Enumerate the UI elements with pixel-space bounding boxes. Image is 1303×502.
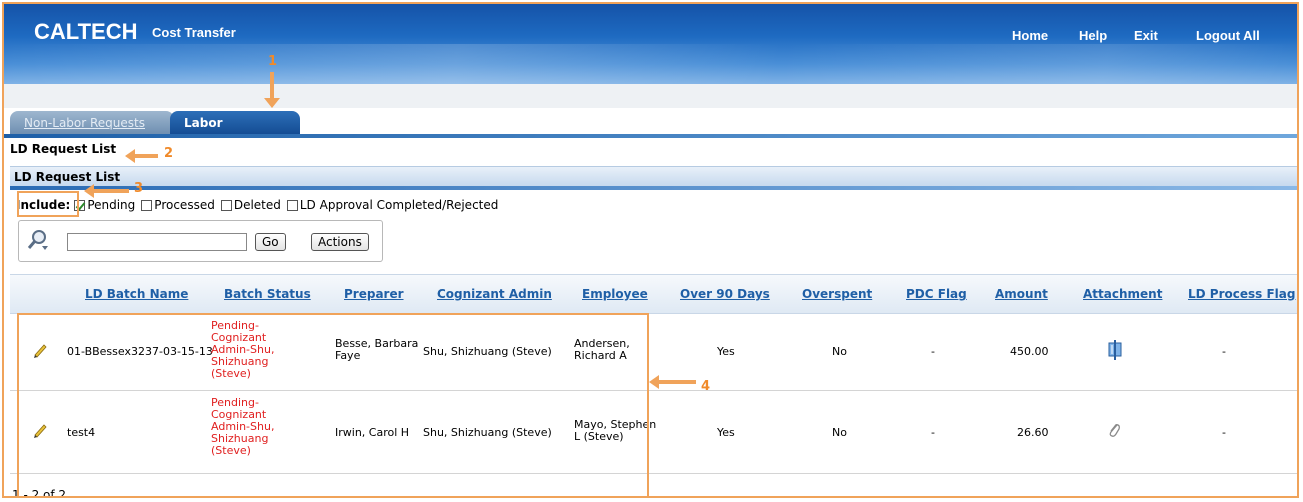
go-button[interactable]: Go: [255, 233, 286, 251]
page-title: LD Request List: [10, 142, 117, 156]
pdc-flag-cell: -: [931, 426, 935, 439]
over-90-days-cell: Yes: [717, 345, 735, 358]
annotation-arrow: [270, 72, 274, 100]
overspent-cell: No: [832, 426, 847, 439]
amount-cell: 450.00: [1010, 345, 1049, 358]
ld-process-flag-cell: -: [1222, 345, 1226, 358]
attachment-present-icon[interactable]: [1107, 339, 1123, 361]
pdc-flag-cell: -: [931, 345, 935, 358]
nav-logout-all-link[interactable]: Logout All: [1196, 28, 1260, 43]
region-header-bar: [10, 186, 1297, 190]
annotation-number: 3: [134, 181, 144, 196]
ld-approval-checkbox-label[interactable]: LD Approval Completed/Rejected: [300, 198, 499, 212]
deleted-checkbox-label[interactable]: Deleted: [234, 198, 281, 212]
col-preparer[interactable]: Preparer: [344, 287, 404, 301]
annotation-arrow-head: [264, 98, 280, 108]
table-header: LD Batch Name Batch Status Preparer Cogn…: [10, 274, 1297, 314]
sub-header-bar: [4, 84, 1297, 108]
header-decoration: [4, 44, 1297, 84]
col-cognizant-admin[interactable]: Cognizant Admin: [437, 287, 552, 301]
over-90-days-cell: Yes: [717, 426, 735, 439]
actions-button[interactable]: Actions: [311, 233, 369, 251]
annotation-arrow: [134, 154, 158, 158]
col-batch-status[interactable]: Batch Status: [224, 287, 311, 301]
col-ld-process-flag[interactable]: LD Process Flag: [1188, 287, 1295, 301]
paperclip-icon[interactable]: [1107, 421, 1121, 439]
annotation-arrow: [658, 380, 696, 384]
nav-help-link[interactable]: Help: [1079, 28, 1107, 43]
annotation-number: 2: [164, 146, 174, 161]
app-header: CALTECH Cost Transfer Home Help Exit Log…: [4, 4, 1297, 84]
processed-checkbox-label[interactable]: Processed: [154, 198, 215, 212]
processed-checkbox[interactable]: [141, 199, 153, 211]
col-employee[interactable]: Employee: [582, 287, 648, 301]
col-amount[interactable]: Amount: [995, 287, 1048, 301]
col-pdc-flag[interactable]: PDC Flag: [906, 287, 967, 301]
pending-checkbox-label[interactable]: Pending: [87, 198, 135, 212]
col-overspent[interactable]: Overspent: [802, 287, 872, 301]
amount-cell: 26.60: [1017, 426, 1049, 439]
app-title: Cost Transfer: [152, 25, 236, 40]
brand-logo: CALTECH: [34, 19, 138, 44]
include-filters: Include: Pending Processed Deleted LD Ap…: [16, 198, 504, 212]
app-frame: CALTECH Cost Transfer Home Help Exit Log…: [2, 2, 1299, 498]
deleted-checkbox[interactable]: [220, 199, 232, 211]
annotation-box: [17, 313, 649, 496]
tab-labor-requests[interactable]: Labor Requests: [170, 111, 300, 154]
annotation-box: [17, 191, 79, 217]
search-input[interactable]: [67, 233, 247, 251]
tab-underline: [4, 134, 1297, 138]
overspent-cell: No: [832, 345, 847, 358]
ld-process-flag-cell: -: [1222, 426, 1226, 439]
search-toolbar: Go Actions: [18, 220, 383, 262]
nav-exit-link[interactable]: Exit: [1134, 28, 1158, 43]
tab-non-labor-requests[interactable]: Non-Labor Requests: [10, 111, 174, 135]
col-attachment[interactable]: Attachment: [1083, 287, 1162, 301]
col-ld-batch-name[interactable]: LD Batch Name: [85, 287, 188, 301]
ld-approval-checkbox[interactable]: [286, 199, 298, 211]
annotation-arrow: [93, 189, 129, 193]
annotation-number: 4: [701, 379, 711, 394]
region-header: LD Request List: [10, 166, 1297, 186]
search-icon[interactable]: [27, 229, 49, 251]
nav-home-link[interactable]: Home: [1012, 28, 1048, 43]
col-over-90-days[interactable]: Over 90 Days: [680, 287, 770, 301]
annotation-number: 1: [268, 54, 278, 69]
